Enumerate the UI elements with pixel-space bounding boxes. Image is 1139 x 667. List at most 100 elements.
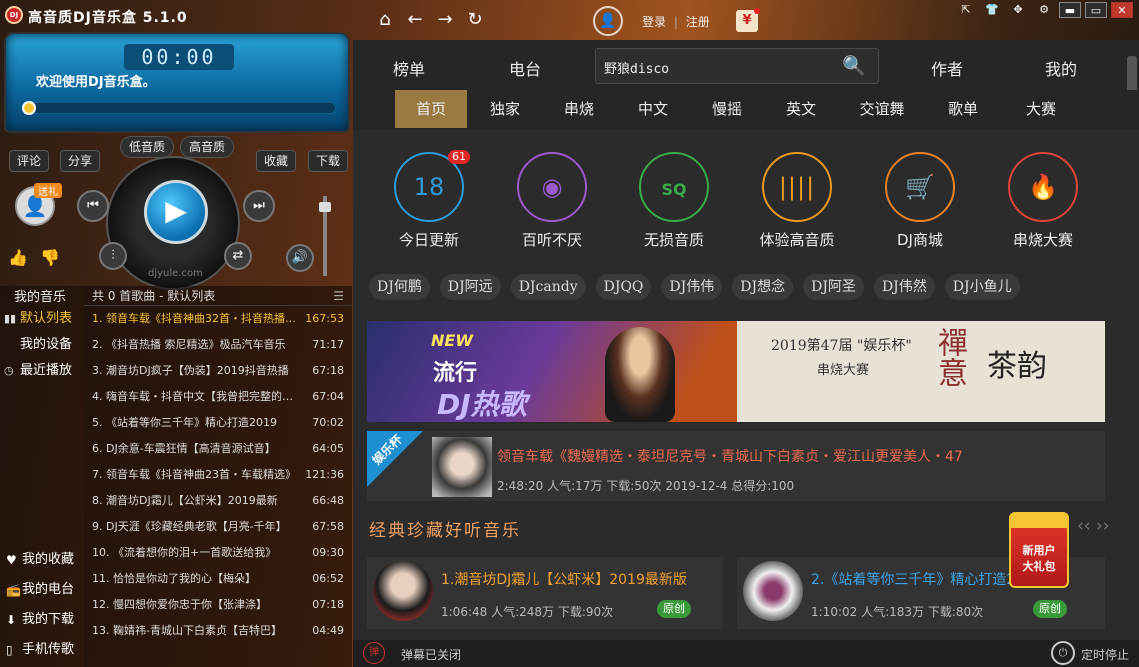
- tab-6[interactable]: 交谊舞: [845, 90, 919, 128]
- list-item[interactable]: 5. 《站着等你三千年》精心打造2019 70:02: [84, 410, 352, 436]
- tab-mine[interactable]: 我的: [1045, 56, 1077, 80]
- dj-tag[interactable]: DJ何鹏: [369, 274, 430, 300]
- tab-8[interactable]: 大赛: [1005, 90, 1077, 128]
- settings-icon[interactable]: ⚙: [1033, 2, 1055, 18]
- dj-tag[interactable]: DJ伟伟: [661, 274, 723, 300]
- dj-tag[interactable]: DJQQ: [595, 274, 652, 300]
- refresh-icon[interactable]: ↻: [466, 10, 484, 30]
- tab-4[interactable]: 慢摇: [691, 90, 763, 128]
- pin-icon[interactable]: ⇱: [955, 2, 977, 18]
- equalizer-icon[interactable]: ⫶: [99, 242, 127, 270]
- dj-tag[interactable]: DJ伟然: [873, 274, 935, 300]
- tab-3[interactable]: 中文: [617, 90, 689, 128]
- list-item[interactable]: 11. 恰恰是你动了我的心【梅朵】 06:52: [84, 566, 352, 592]
- tab-5[interactable]: 英文: [765, 90, 837, 128]
- featured-title[interactable]: 领音车载《魏嫚精选・泰坦尼克号・青城山下白素贞・爱江山更爱美人・47: [497, 446, 963, 466]
- list-item[interactable]: 6. DJ余意-车震狂情【高清音源试音】 64:05: [84, 436, 352, 462]
- list-item[interactable]: 1. 领音车载《抖音神曲32首・抖音热播精选》 167:53: [84, 306, 352, 332]
- tab-radio[interactable]: 电台: [509, 56, 541, 80]
- send-gift-tag[interactable]: 送礼: [34, 183, 62, 198]
- timer-stop[interactable]: 定时停止: [1081, 646, 1129, 663]
- song-card[interactable]: 1.潮音坊DJ霜儿【公虾米】2019最新版 1:06:48 人气:248万 下载…: [367, 557, 723, 629]
- nav-phone[interactable]: ▯ 手机传歌: [0, 638, 84, 662]
- banner-contest[interactable]: 2019第47届 "娱乐杯" 串烧大赛 禪意 茶韵: [737, 321, 1105, 422]
- category-5[interactable]: 🔥 串烧大赛: [998, 152, 1088, 250]
- dj-tag[interactable]: DJcandy: [510, 274, 586, 300]
- loop-mode-icon[interactable]: ⇄: [224, 242, 252, 270]
- download-button[interactable]: 下载: [308, 150, 349, 172]
- category-label: 串烧大赛: [1012, 231, 1073, 249]
- tab-7[interactable]: 歌单: [927, 90, 999, 128]
- list-item[interactable]: 7. 领音车载《抖音神曲23首・车载精选》 121:36: [84, 462, 352, 488]
- timer-icon[interactable]: ⏻: [1051, 641, 1075, 665]
- login-link[interactable]: 登录: [642, 15, 666, 29]
- play-button[interactable]: ▶: [144, 180, 208, 244]
- tab-1[interactable]: 独家: [469, 90, 541, 128]
- tab-2[interactable]: 串烧: [543, 90, 615, 128]
- forward-arrow-icon[interactable]: →: [436, 10, 454, 30]
- category-1[interactable]: ◉ 百听不厌: [507, 152, 597, 250]
- category-4[interactable]: 🛒 DJ商城: [875, 152, 965, 250]
- banner-new-dj-hits[interactable]: NEW 流行 DJ热歌: [367, 321, 737, 422]
- skin-icon[interactable]: 👕: [981, 2, 1003, 18]
- tab-0[interactable]: 首页: [395, 90, 467, 128]
- close-button[interactable]: ✕: [1111, 2, 1133, 18]
- minimize-button[interactable]: ▬: [1059, 2, 1081, 18]
- mini-mode-icon[interactable]: ✥: [1007, 2, 1029, 18]
- disc-icon: ◉: [517, 152, 587, 222]
- volume-slider[interactable]: [319, 196, 331, 276]
- tab-authors[interactable]: 作者: [931, 56, 963, 80]
- high-quality-button[interactable]: 高音质: [180, 136, 235, 158]
- list-item[interactable]: 2. 《抖音热播 索尼精选》极品汽车音乐 71:17: [84, 332, 352, 358]
- search-input[interactable]: 野狼disco: [604, 58, 669, 77]
- progress-bar[interactable]: [22, 101, 336, 115]
- favorite-button[interactable]: 收藏: [256, 150, 297, 172]
- category-0[interactable]: 18 61 今日更新: [384, 150, 474, 250]
- list-item[interactable]: 3. 潮音坊DJ疯子【伪装】2019抖音热播 67:18: [84, 358, 352, 384]
- featured-item[interactable]: 娱乐杯 领音车载《魏嫚精选・泰坦尼克号・青城山下白素贞・爱江山更爱美人・47 2…: [367, 431, 1105, 501]
- progress-knob[interactable]: [22, 101, 36, 115]
- list-item[interactable]: 9. DJ天涯《珍藏经典老歌【月亮-千年】 67:58: [84, 514, 352, 540]
- search-box[interactable]: 野狼disco 🔍: [595, 48, 879, 84]
- danmaku-status[interactable]: 弹幕已关闭: [401, 646, 461, 663]
- dj-tag[interactable]: DJ小鱼儿: [944, 274, 1020, 300]
- nav-recent[interactable]: ◷ 最近播放: [0, 360, 84, 382]
- list-item[interactable]: 4. 嗨音车载・抖音中文【我曾把完整的镜子】 67:04: [84, 384, 352, 410]
- previous-icon[interactable]: ⏮: [77, 190, 109, 222]
- danmaku-icon[interactable]: 弹: [363, 642, 385, 664]
- register-link[interactable]: 注册: [686, 15, 710, 29]
- home-icon[interactable]: ⌂: [376, 10, 394, 30]
- thumbs-up-icon[interactable]: 👍: [8, 248, 28, 267]
- low-quality-button[interactable]: 低音质: [120, 136, 175, 158]
- nav-my-radio[interactable]: 📻 我的电台: [0, 578, 84, 602]
- comment-button[interactable]: 评论: [9, 150, 50, 172]
- nav-my-device[interactable]: 我的设备: [0, 334, 84, 356]
- list-item[interactable]: 8. 潮音坊DJ霜儿【公虾米】2019最新 66:48: [84, 488, 352, 514]
- welcome-text: 欢迎使用DJ音乐盒。: [36, 75, 156, 90]
- dj-tag[interactable]: DJ阿远: [439, 274, 501, 300]
- thumbs-down-icon[interactable]: 👎: [40, 248, 60, 267]
- user-avatar-icon[interactable]: 👤: [593, 6, 623, 36]
- nav-my-downloads[interactable]: ⬇ 我的下载: [0, 608, 84, 632]
- share-button[interactable]: 分享: [60, 150, 101, 172]
- category-3[interactable]: |||| 体验高音质: [752, 152, 842, 250]
- list-item[interactable]: 13. 鞠婧祎-青城山下白素贞【吉特巴】 04:49: [84, 618, 352, 644]
- maximize-button[interactable]: ▭: [1085, 2, 1107, 18]
- list-menu-icon[interactable]: ☰: [333, 286, 344, 306]
- nav-my-favorites[interactable]: ♥ 我的收藏: [0, 548, 84, 572]
- category-2[interactable]: SQ 无损音质: [629, 152, 719, 250]
- tab-charts[interactable]: 榜单: [393, 56, 425, 80]
- list-item[interactable]: 12. 慢四想你爱你忠于你【张津涤】 07:18: [84, 592, 352, 618]
- dj-tag[interactable]: DJ阿圣: [803, 274, 864, 300]
- back-arrow-icon[interactable]: ←: [406, 10, 424, 30]
- list-item[interactable]: 10. 《流着想你的泪+一首歌送给我》 09:30: [84, 540, 352, 566]
- volume-icon[interactable]: 🔊: [286, 244, 314, 272]
- new-user-gift-button[interactable]: 新用户 大礼包: [1009, 512, 1069, 588]
- nav-default-list[interactable]: ▮▮ 默认列表: [0, 308, 84, 330]
- next-icon[interactable]: ⏭: [243, 190, 275, 222]
- red-packet-icon[interactable]: ¥: [736, 8, 760, 32]
- section-arrows-icon[interactable]: ‹‹ ››: [1077, 516, 1110, 536]
- dj-tag[interactable]: DJ想念: [732, 274, 794, 300]
- volume-knob[interactable]: [319, 202, 331, 212]
- search-icon[interactable]: 🔍: [842, 54, 866, 77]
